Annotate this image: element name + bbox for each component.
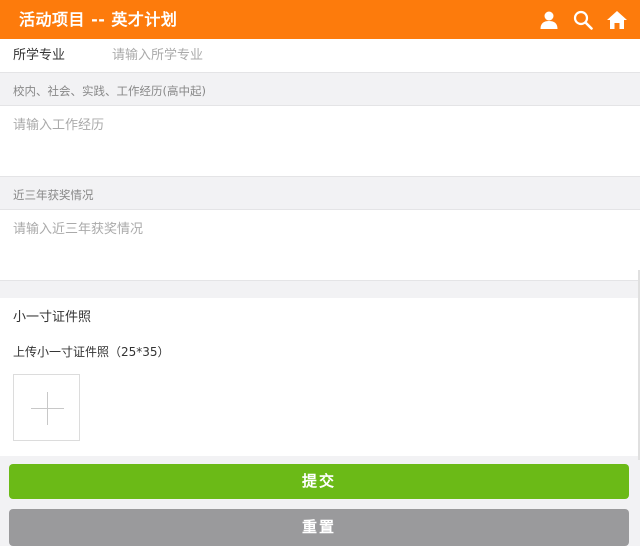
- photo-title: 小一寸证件照: [13, 310, 92, 325]
- photo-upload-button[interactable]: [13, 374, 80, 441]
- awards-field-wrap: [0, 209, 640, 281]
- photo-hint: 上传小一寸证件照（25*35）: [13, 345, 170, 359]
- awards-label: 近三年获奖情况: [0, 177, 640, 209]
- major-row: 所学专业: [0, 39, 640, 73]
- app-header: 活动项目 -- 英才计划: [0, 0, 640, 39]
- awards-textarea[interactable]: [0, 210, 640, 280]
- home-icon[interactable]: [606, 9, 628, 31]
- search-icon[interactable]: [572, 9, 594, 31]
- submit-button[interactable]: 提交: [9, 464, 629, 499]
- user-icon[interactable]: [538, 9, 560, 31]
- photo-section: 小一寸证件照 上传小一寸证件照（25*35）: [0, 298, 640, 456]
- experience-field-wrap: [0, 105, 640, 177]
- major-label: 所学专业: [13, 48, 66, 63]
- reset-button[interactable]: 重置: [9, 509, 629, 546]
- experience-textarea[interactable]: [0, 106, 640, 176]
- experience-label: 校内、社会、实践、工作经历(高中起): [0, 73, 640, 105]
- major-input[interactable]: [104, 43, 620, 68]
- header-actions: [538, 0, 628, 39]
- page-title: 活动项目 -- 英才计划: [19, 10, 178, 29]
